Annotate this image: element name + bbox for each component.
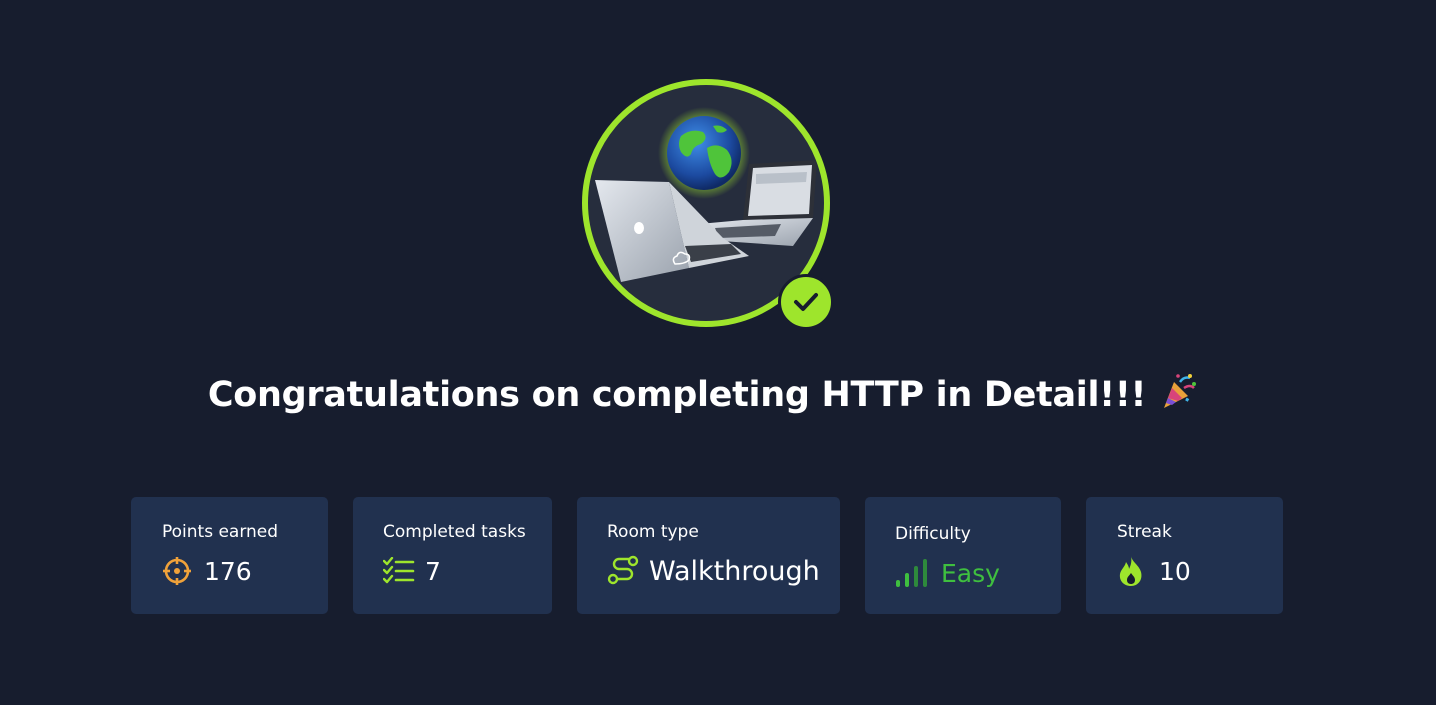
stat-value: 10 [1159, 556, 1191, 586]
stat-label: Streak [1117, 522, 1172, 542]
stat-value: Easy [941, 558, 1000, 588]
route-icon [607, 555, 639, 587]
stat-value: 176 [204, 556, 252, 586]
stat-card-difficulty: Difficulty Easy [865, 497, 1061, 614]
completed-check-badge [778, 274, 834, 330]
stat-value: 7 [425, 556, 441, 586]
stat-card-points: Points earned 176 [131, 497, 328, 614]
completion-title: Congratulations on completing HTTP in De… [0, 372, 1406, 419]
stat-label: Completed tasks [383, 522, 526, 542]
stat-card-room-type: Room type Walkthrough [577, 497, 840, 614]
room-badge [581, 78, 834, 330]
stat-label: Difficulty [895, 524, 971, 544]
check-icon [794, 293, 818, 311]
stat-card-tasks: Completed tasks 7 [353, 497, 552, 614]
room-completed-page: Congratulations on completing HTTP in De… [0, 0, 1436, 705]
flame-icon [1117, 555, 1149, 587]
stat-label: Points earned [162, 522, 279, 542]
checklist-icon [383, 555, 415, 587]
crosshair-icon [162, 555, 194, 587]
signal-bars-icon [895, 557, 931, 589]
stat-card-streak: Streak 10 [1086, 497, 1283, 614]
completion-title-text: Congratulations on completing HTTP in De… [207, 375, 1147, 415]
party-popper-icon [1160, 372, 1198, 419]
stat-label: Room type [607, 522, 699, 542]
stat-value: Walkthrough [649, 555, 820, 587]
